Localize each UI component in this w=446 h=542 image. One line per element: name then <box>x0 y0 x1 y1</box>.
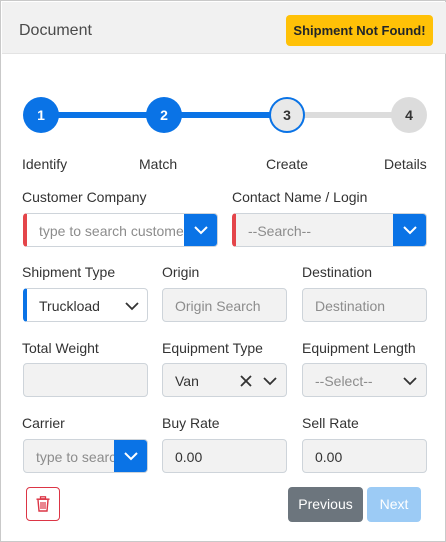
chevron-down-icon <box>194 226 208 235</box>
step-1-circle[interactable]: 1 <box>23 97 59 133</box>
total-weight-field[interactable] <box>23 363 148 397</box>
equipment-length-select[interactable]: --Select-- <box>302 363 427 397</box>
step-3-circle[interactable]: 3 <box>269 97 305 133</box>
equipment-length-label: Equipment Length <box>302 340 416 356</box>
total-weight-label: Total Weight <box>22 340 99 356</box>
contact-name-dropdown-button[interactable] <box>393 214 426 246</box>
customer-company-input[interactable]: type to search customer <box>39 214 188 246</box>
origin-field[interactable]: Origin Search <box>162 288 287 322</box>
customer-company-field[interactable]: type to search customer <box>23 213 218 247</box>
step-3-label: Create <box>266 156 309 172</box>
step-4-label: Details <box>384 156 427 172</box>
shipment-type-label: Shipment Type <box>22 264 116 280</box>
sell-rate-field[interactable]: 0.00 <box>302 439 427 473</box>
destination-input[interactable]: Destination <box>315 289 385 321</box>
carrier-dropdown-button[interactable] <box>114 440 147 472</box>
equipment-type-value: Van <box>175 373 199 389</box>
delete-button[interactable] <box>26 487 60 521</box>
contact-name-label: Contact Name / Login <box>232 189 368 205</box>
sell-rate-input[interactable]: 0.00 <box>315 440 342 472</box>
equipment-length-value: --Select-- <box>315 373 373 389</box>
customer-company-label: Customer Company <box>22 189 147 205</box>
buy-rate-label: Buy Rate <box>162 415 220 431</box>
step-2-circle[interactable]: 2 <box>146 97 182 133</box>
chevron-down-icon <box>125 302 139 311</box>
chevron-down-icon <box>403 226 417 235</box>
chevron-down-icon <box>263 377 277 386</box>
next-button[interactable]: Next <box>367 487 421 522</box>
shipment-type-select[interactable]: Truckload <box>23 288 148 322</box>
shipment-type-value: Truckload <box>39 298 100 314</box>
contact-name-field[interactable]: --Search-- <box>232 213 427 247</box>
panel-header: Document Shipment Not Found! <box>2 2 446 54</box>
origin-label: Origin <box>162 264 200 280</box>
chevron-down-icon <box>124 452 138 461</box>
carrier-field[interactable]: type to search <box>23 439 148 473</box>
panel-title: Document <box>19 22 92 39</box>
step-1-label: Identify <box>22 156 68 172</box>
buy-rate-input[interactable]: 0.00 <box>175 440 202 472</box>
chevron-down-icon <box>403 377 417 386</box>
destination-label: Destination <box>302 264 373 280</box>
step-4-circle[interactable]: 4 <box>391 97 427 133</box>
document-panel: Document Shipment Not Found! 1 2 3 4 Ide… <box>0 0 446 542</box>
contact-name-input[interactable]: --Search-- <box>248 214 311 246</box>
trash-icon <box>36 496 50 512</box>
carrier-label: Carrier <box>22 415 65 431</box>
step-2-label: Match <box>139 156 178 172</box>
sell-rate-label: Sell Rate <box>302 415 359 431</box>
origin-input[interactable]: Origin Search <box>175 289 261 321</box>
status-badge: Shipment Not Found! <box>286 15 433 46</box>
equipment-type-label: Equipment Type <box>162 340 263 356</box>
clear-icon[interactable] <box>239 374 253 388</box>
buy-rate-field[interactable]: 0.00 <box>162 439 287 473</box>
carrier-input[interactable]: type to search <box>36 440 124 472</box>
customer-company-dropdown-button[interactable] <box>184 214 217 246</box>
equipment-type-select[interactable]: Van <box>162 363 287 397</box>
destination-field[interactable]: Destination <box>302 288 427 322</box>
previous-button[interactable]: Previous <box>288 487 363 522</box>
